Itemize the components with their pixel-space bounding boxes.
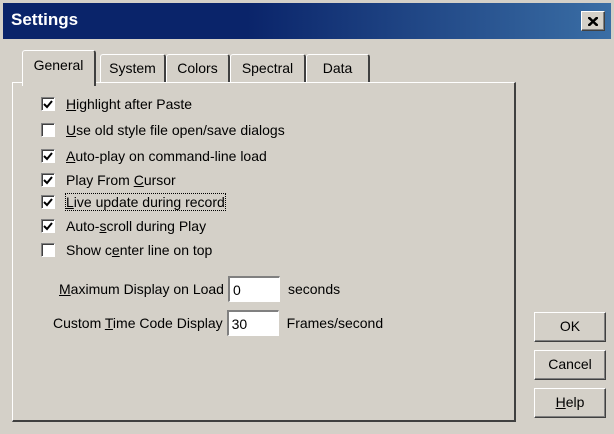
tab-data-label: Data bbox=[322, 60, 353, 76]
checkbox[interactable] bbox=[41, 97, 55, 111]
option-label: Live update during record bbox=[65, 193, 226, 211]
checkbox[interactable] bbox=[41, 149, 55, 163]
max-display-unit: seconds bbox=[287, 281, 341, 297]
checkbox[interactable] bbox=[41, 195, 55, 209]
time-code-row: Custom Time Code Display Frames/second bbox=[53, 309, 383, 337]
option-label: Auto-play on command-line load bbox=[66, 148, 267, 164]
checkmark-icon bbox=[43, 222, 53, 231]
time-code-input[interactable] bbox=[226, 310, 279, 336]
option-label: Show center line on top bbox=[66, 242, 213, 258]
tab-system[interactable]: System bbox=[100, 54, 166, 84]
general-panel: Highlight after Paste Use old style file… bbox=[12, 82, 516, 422]
tab-spectral-label: Spectral bbox=[241, 60, 294, 76]
tab-colors-label: Colors bbox=[177, 60, 218, 76]
option-label: Use old style file open/save dialogs bbox=[66, 122, 285, 138]
close-icon bbox=[588, 16, 598, 26]
checkbox[interactable] bbox=[41, 243, 55, 257]
tab-data[interactable]: Data bbox=[306, 54, 370, 84]
ok-button[interactable]: OK bbox=[534, 312, 606, 342]
ok-label: OK bbox=[559, 318, 581, 334]
option-highlight-after-paste[interactable]: Highlight after Paste bbox=[41, 93, 192, 115]
help-label: Help bbox=[555, 394, 585, 410]
option-play-from-cursor[interactable]: Play From Cursor bbox=[41, 169, 176, 191]
checkmark-icon bbox=[43, 100, 53, 109]
tab-system-label: System bbox=[109, 60, 156, 76]
help-button[interactable]: Help bbox=[534, 388, 606, 418]
option-label: Auto-scroll during Play bbox=[66, 218, 207, 234]
option-live-update-record[interactable]: Live update during record bbox=[41, 191, 226, 213]
close-button[interactable] bbox=[581, 11, 605, 31]
option-auto-scroll-play[interactable]: Auto-scroll during Play bbox=[41, 215, 206, 237]
option-old-style-dialogs[interactable]: Use old style file open/save dialogs bbox=[41, 119, 285, 141]
tab-spectral[interactable]: Spectral bbox=[230, 54, 306, 84]
option-auto-play-command-line[interactable]: Auto-play on command-line load bbox=[41, 145, 267, 167]
max-display-label: Maximum Display on Load bbox=[59, 281, 224, 297]
window-title: Settings bbox=[11, 10, 79, 29]
time-code-label: Custom Time Code Display bbox=[53, 315, 223, 331]
settings-dialog: Settings General System Colors Spectral … bbox=[0, 0, 614, 434]
cancel-button[interactable]: Cancel bbox=[534, 350, 606, 380]
max-display-input[interactable] bbox=[227, 276, 280, 302]
checkbox[interactable] bbox=[41, 173, 55, 187]
tab-general-label: General bbox=[33, 57, 84, 73]
checkmark-icon bbox=[43, 152, 53, 161]
tab-colors[interactable]: Colors bbox=[166, 54, 230, 84]
option-label: Play From Cursor bbox=[66, 172, 176, 188]
checkbox[interactable] bbox=[41, 219, 55, 233]
option-label: Highlight after Paste bbox=[66, 96, 193, 112]
option-center-line-on-top[interactable]: Show center line on top bbox=[41, 239, 212, 261]
tab-general[interactable]: General bbox=[22, 50, 96, 86]
checkmark-icon bbox=[43, 176, 53, 185]
checkmark-icon bbox=[43, 198, 53, 207]
max-display-row: Maximum Display on Load seconds bbox=[59, 275, 340, 303]
checkbox[interactable] bbox=[41, 123, 55, 137]
title-bar[interactable]: Settings bbox=[3, 3, 611, 39]
time-code-unit: Frames/second bbox=[286, 315, 384, 331]
cancel-label: Cancel bbox=[548, 356, 592, 372]
